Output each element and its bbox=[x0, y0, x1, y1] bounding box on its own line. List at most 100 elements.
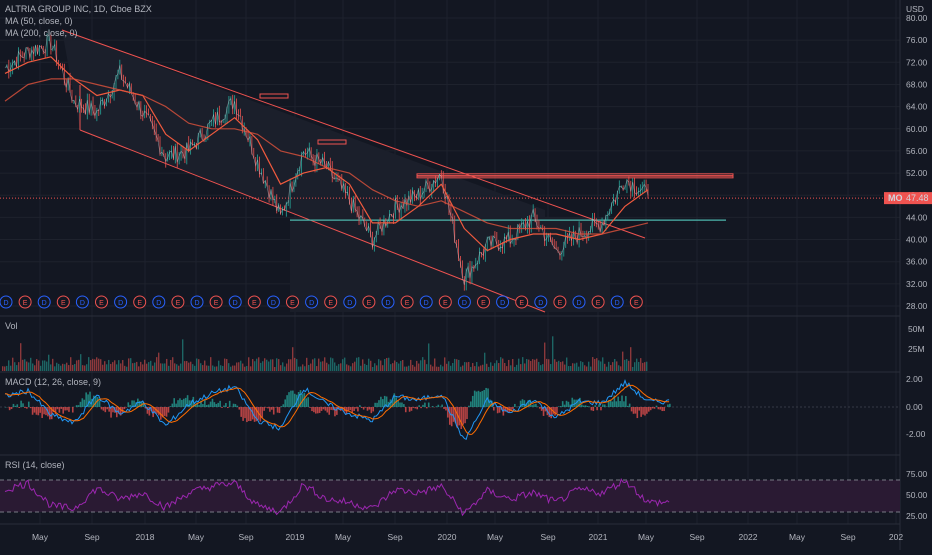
volume-bar bbox=[20, 343, 21, 371]
volume-bar bbox=[472, 363, 473, 371]
volume-bar bbox=[300, 366, 301, 371]
volume-bar bbox=[170, 360, 171, 371]
macd-histogram-bar bbox=[101, 407, 103, 409]
volume-bar bbox=[448, 361, 449, 371]
volume-bar bbox=[250, 366, 251, 371]
event-marker-label: E bbox=[252, 300, 257, 307]
price-tick-label: 56.00 bbox=[906, 146, 928, 156]
volume-bar bbox=[532, 359, 533, 371]
macd-histogram-bar bbox=[460, 407, 462, 429]
macd-histogram-bar bbox=[267, 407, 269, 408]
macd-histogram-bar bbox=[202, 404, 204, 407]
macd-histogram-bar bbox=[26, 407, 28, 409]
macd-histogram-bar bbox=[361, 407, 363, 408]
macd-histogram-bar bbox=[363, 407, 365, 410]
macd-histogram-bar bbox=[422, 405, 424, 407]
macd-histogram-bar bbox=[328, 407, 330, 415]
volume-bar bbox=[72, 365, 73, 371]
price-tick-label: 76.00 bbox=[906, 35, 928, 45]
time-tick-label: Sep bbox=[238, 532, 253, 542]
macd-histogram-bar bbox=[315, 407, 317, 414]
volume-bar bbox=[74, 364, 75, 371]
macd-histogram-bar bbox=[39, 407, 41, 413]
volume-bar bbox=[582, 362, 583, 371]
volume-bar bbox=[354, 362, 355, 371]
macd-histogram-bar bbox=[177, 400, 179, 407]
volume-bar bbox=[244, 367, 245, 371]
time-tick-label: May bbox=[335, 532, 352, 542]
volume-bar bbox=[232, 366, 233, 371]
macd-histogram-bar bbox=[36, 407, 38, 415]
volume-bar bbox=[514, 367, 515, 371]
macd-histogram-bar bbox=[424, 403, 426, 407]
volume-bar bbox=[60, 366, 61, 371]
rsi-band bbox=[0, 480, 900, 512]
ma200-legend[interactable]: MA (200, close, 0) bbox=[5, 28, 78, 38]
macd-histogram-bar bbox=[462, 407, 464, 425]
vol-legend[interactable]: Vol bbox=[5, 321, 18, 331]
volume-bar bbox=[162, 364, 163, 371]
chart-canvas[interactable]: DEDEDEDEDEDEDEDEDEDEDEDEDEDEDEDEDE 80.00… bbox=[0, 0, 932, 550]
event-marker-label: E bbox=[290, 300, 295, 307]
macd-histogram-bar bbox=[171, 404, 173, 407]
volume-bar bbox=[106, 364, 107, 371]
volume-bar bbox=[318, 359, 319, 371]
macd-histogram-bar bbox=[166, 407, 168, 417]
volume-bar bbox=[146, 364, 147, 371]
volume-bar bbox=[4, 366, 5, 371]
macd-histogram-bar bbox=[24, 407, 26, 408]
ma50-legend[interactable]: MA (50, close, 0) bbox=[5, 16, 73, 26]
macd-histogram-bar bbox=[524, 400, 526, 407]
rsi-legend[interactable]: RSI (14, close) bbox=[5, 460, 65, 470]
volume-bar bbox=[24, 359, 25, 371]
volume-bar bbox=[172, 357, 173, 371]
macd-legend[interactable]: MACD (12, 26, close, 9) bbox=[5, 377, 101, 387]
volume-bar bbox=[594, 359, 595, 371]
volume-bar bbox=[498, 363, 499, 371]
volume-bar bbox=[10, 366, 11, 371]
volume-bar bbox=[222, 366, 223, 371]
volume-bar bbox=[540, 365, 541, 371]
volume-bar bbox=[52, 359, 53, 371]
volume-bar bbox=[148, 362, 149, 371]
volume-bar bbox=[346, 364, 347, 371]
volume-bar bbox=[494, 363, 495, 371]
macd-tick-label: -2.00 bbox=[906, 429, 926, 439]
macd-histogram-bar bbox=[646, 407, 648, 414]
macd-histogram-bar bbox=[11, 407, 13, 409]
macd-histogram-bar bbox=[235, 404, 237, 407]
time-tick-label: May bbox=[789, 532, 806, 542]
volume-bar bbox=[368, 359, 369, 371]
volume-bar bbox=[56, 363, 57, 371]
volume-bar bbox=[450, 366, 451, 371]
macd-histogram-bar bbox=[593, 407, 595, 411]
volume-bar bbox=[270, 359, 271, 371]
macd-histogram-bar bbox=[428, 403, 430, 407]
macd-histogram-bar bbox=[181, 400, 183, 407]
volume-bar bbox=[96, 357, 97, 371]
volume-bar bbox=[636, 359, 637, 371]
volume-tick-label: 50M bbox=[908, 324, 925, 334]
macd-histogram-bar bbox=[539, 407, 541, 409]
volume-bar bbox=[164, 363, 165, 371]
macd-histogram-bar bbox=[353, 407, 355, 411]
macd-histogram-bar bbox=[432, 406, 434, 407]
chart-stage[interactable]: DEDEDEDEDEDEDEDEDEDEDEDEDEDEDEDEDE 80.00… bbox=[0, 0, 932, 550]
macd-histogram-bar bbox=[89, 392, 91, 407]
volume-bar bbox=[228, 363, 229, 371]
volume-bar bbox=[34, 365, 35, 371]
volume-bar bbox=[132, 363, 133, 371]
macd-histogram-bar bbox=[401, 403, 403, 407]
macd-histogram-bar bbox=[164, 407, 166, 416]
volume-bar bbox=[68, 365, 69, 371]
volume-bar bbox=[236, 363, 237, 371]
volume-bar bbox=[214, 367, 215, 371]
volume-bar bbox=[574, 364, 575, 371]
volume-bar bbox=[272, 359, 273, 371]
macd-histogram-bar bbox=[175, 404, 177, 407]
macd-histogram-bar bbox=[286, 395, 288, 407]
macd-histogram-bar bbox=[103, 407, 105, 411]
symbol-title[interactable]: ALTRIA GROUP INC, 1D, Cboe BZX bbox=[5, 4, 152, 14]
volume-bar bbox=[420, 360, 421, 371]
macd-histogram-bar bbox=[372, 407, 374, 411]
